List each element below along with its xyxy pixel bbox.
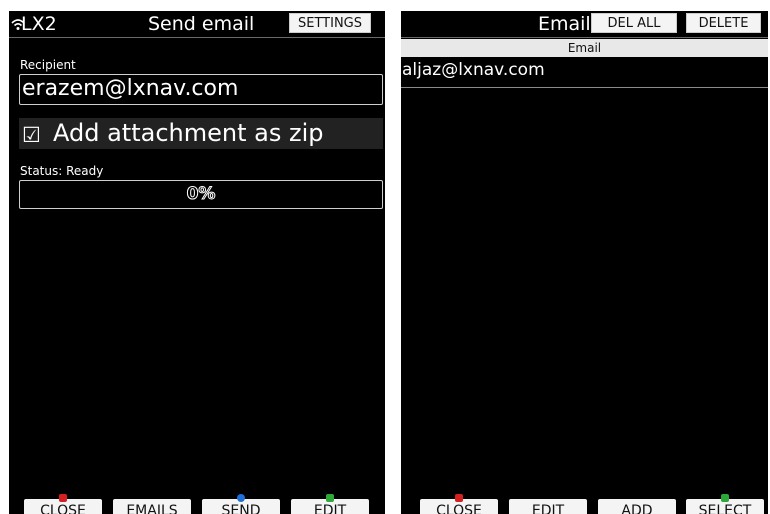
email-address: aljaz@lxnav.com (402, 60, 545, 80)
checkbox-icon[interactable]: ☑ (22, 123, 41, 147)
recipient-value: erazem@lxnav.com (22, 76, 239, 101)
close-button[interactable]: CLOSE (420, 494, 498, 514)
add-label: ADD (621, 503, 653, 514)
list-item[interactable]: aljaz@lxnav.com (401, 58, 768, 88)
settings-button[interactable]: SETTINGS (289, 13, 371, 33)
edit-button[interactable]: EDIT (509, 499, 587, 514)
select-label: SELECT (698, 503, 752, 514)
edit-label: EDIT (531, 503, 565, 514)
status-label: Status: Ready (20, 164, 104, 178)
close-icon (59, 494, 67, 502)
add-button[interactable]: ADD (598, 499, 676, 514)
recipient-field[interactable]: erazem@lxnav.com (19, 74, 383, 105)
title-bar: LX2 Send email SETTINGS (9, 11, 385, 38)
close-label: CLOSE (436, 503, 482, 514)
delete-button[interactable]: DELETE (686, 13, 761, 33)
edit-button[interactable]: EDIT (291, 494, 369, 514)
check-icon (326, 494, 334, 502)
progress-text: 0% (186, 184, 216, 205)
close-button[interactable]: CLOSE (24, 494, 102, 514)
send-icon (237, 494, 245, 502)
check-icon (721, 494, 729, 502)
attachment-label: Add attachment as zip (53, 119, 324, 147)
select-button[interactable]: SELECT (686, 494, 764, 514)
send-button[interactable]: SEND (202, 494, 280, 514)
edit-label: EDIT (313, 503, 347, 514)
emails-label: EMAILS (126, 503, 178, 514)
close-icon (455, 494, 463, 502)
close-label: CLOSE (40, 503, 86, 514)
title-bar: Email A DEL ALL DELETE (401, 11, 768, 38)
email-column-header[interactable]: Email (401, 39, 768, 57)
send-email-screen: LX2 Send email SETTINGS Recipient erazem… (9, 11, 385, 514)
page-title: Send email (148, 13, 255, 35)
progress-bar: 0% (19, 180, 383, 209)
delete-all-button[interactable]: DEL ALL (591, 13, 677, 33)
app-name: LX2 (21, 13, 57, 35)
attachment-checkbox-row[interactable]: ☑ Add attachment as zip (19, 118, 383, 149)
recipient-label: Recipient (20, 58, 76, 72)
emails-button[interactable]: EMAILS (113, 499, 191, 514)
email-addresses-screen: Email A DEL ALL DELETE Email aljaz@lxnav… (401, 11, 768, 514)
send-label: SEND (221, 503, 261, 514)
